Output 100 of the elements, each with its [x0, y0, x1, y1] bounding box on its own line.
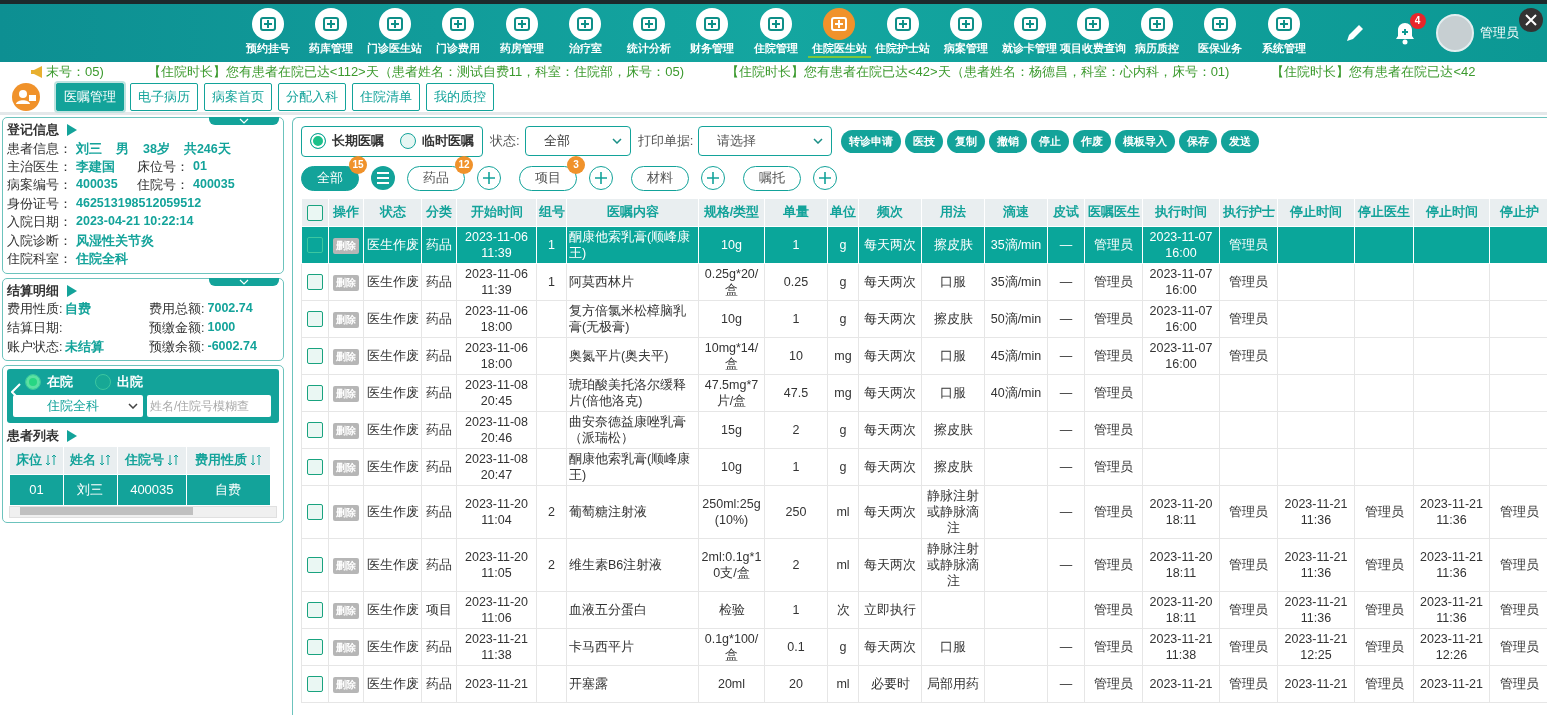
- delete-button[interactable]: 删除: [333, 639, 359, 656]
- print-select[interactable]: 请选择: [698, 126, 833, 156]
- delete-button[interactable]: 删除: [333, 459, 359, 476]
- collapse-tab[interactable]: [209, 117, 279, 125]
- checkbox[interactable]: [307, 602, 323, 619]
- order-row[interactable]: 删除 医生作废 项目 2023-11-20 11:06 血液五分蛋白 检验 1 次 立即执行 管理员 2023-11-20 18:11 管理员 2023-11-21 11:36 管理员 2023-11-21 11:36 管理员: [301, 591, 1547, 629]
- action-button[interactable]: 停止: [1031, 129, 1070, 153]
- radio-option[interactable]: 临时医嘱: [400, 132, 474, 150]
- nav-item[interactable]: 住院护士站: [871, 8, 935, 58]
- order-row[interactable]: 删除 医生作废 药品 2023-11-21 开塞露 20ml 20 ml 必要时 局部用药 — 管理员 2023-11-21 管理员 2023-11-21 管理员 2023-11-21 管理员: [301, 665, 1547, 703]
- table-cell: 医生作废: [363, 226, 422, 264]
- action-button[interactable]: 发送: [1221, 129, 1260, 153]
- radio-option[interactable]: 长期医嘱: [310, 132, 384, 150]
- nav-item[interactable]: 财务管理: [680, 8, 744, 58]
- table-cell: 2023-11-06 18:00: [456, 337, 537, 375]
- nav-item[interactable]: 医保业务: [1188, 8, 1252, 58]
- order-row[interactable]: 删除 医生作废 药品 2023-11-21 11:38 卡马西平片 0.1g*100/盒 0.1 g 每天两次 口服 — 管理员 2023-11-21 11:38 管理员 2023-11-21 12:25 管理员 2023-11-21 12:26 管理员: [301, 628, 1547, 666]
- checkbox[interactable]: [307, 459, 323, 476]
- filter-chip[interactable]: 材料: [631, 165, 689, 191]
- delete-button[interactable]: 删除: [333, 385, 359, 402]
- action-button[interactable]: 作废: [1073, 129, 1112, 153]
- checkbox[interactable]: [307, 557, 323, 574]
- action-button[interactable]: 保存: [1179, 129, 1218, 153]
- tab[interactable]: 分配入科: [278, 83, 346, 111]
- column-header[interactable]: 床位: [9, 446, 64, 475]
- delete-button[interactable]: 删除: [333, 422, 359, 439]
- delete-button[interactable]: 删除: [333, 602, 359, 619]
- checkbox[interactable]: [307, 639, 323, 656]
- add-button[interactable]: [477, 166, 501, 190]
- nav-item[interactable]: 治疗室: [553, 8, 617, 58]
- search-field[interactable]: 姓名/住院号模糊查: [147, 394, 271, 417]
- nav-item[interactable]: 门诊医生站: [363, 8, 427, 58]
- action-button[interactable]: 模板导入: [1115, 129, 1176, 153]
- order-row[interactable]: 删除 医生作废 药品 2023-11-06 11:39 1 酮康他索乳膏(顺峰康王) 10g 1 g 每天两次 擦皮肤 35滴/min — 管理员 2023-11-07 16:00 管理员: [301, 226, 1547, 264]
- checkbox[interactable]: [307, 311, 323, 328]
- nav-item[interactable]: 住院医生站: [807, 8, 871, 58]
- nav-item[interactable]: 药房管理: [490, 8, 554, 58]
- tab[interactable]: 住院清单: [352, 83, 420, 111]
- nav-item[interactable]: 统计分析: [617, 8, 681, 58]
- delete-button[interactable]: 删除: [333, 557, 359, 574]
- order-row[interactable]: 删除 医生作废 药品 2023-11-06 18:00 复方倍氯米松樟脑乳膏(无极膏) 10g 1 g 每天两次 擦皮肤 50滴/min — 管理员 2023-11-07 16:00 管理员: [301, 300, 1547, 338]
- order-row[interactable]: 删除 医生作废 药品 2023-11-08 20:45 琥珀酸美托洛尔缓释片(倍他洛克) 47.5mg*7片/盒 47.5 mg 每天两次 口服 40滴/min — 管理员: [301, 374, 1547, 412]
- nav-item[interactable]: 药库管理: [299, 8, 363, 58]
- checkbox[interactable]: [307, 504, 323, 521]
- field-value: 李建国: [76, 159, 115, 177]
- nav-item[interactable]: 病历质控: [1125, 8, 1189, 58]
- menu-button[interactable]: [371, 166, 395, 190]
- tab[interactable]: 医嘱管理: [56, 83, 124, 111]
- action-button[interactable]: 复制: [947, 129, 986, 153]
- department-select[interactable]: 住院全科: [13, 394, 143, 417]
- radio-option[interactable]: 出院: [95, 372, 143, 391]
- checkbox[interactable]: [307, 676, 323, 693]
- delete-button[interactable]: 删除: [333, 274, 359, 291]
- radio-option[interactable]: 在院: [25, 372, 73, 391]
- field-value: 7002.74: [207, 300, 253, 317]
- checkbox[interactable]: [307, 385, 323, 402]
- add-button[interactable]: [589, 166, 613, 190]
- order-row[interactable]: 删除 医生作废 药品 2023-11-20 11:04 2 葡萄糖注射液 250ml:25g(10%) 250 ml 每天两次 静脉注射或静脉滴注 — 管理员 2023-11-20 18:11 管理员 2023-11-21 11:36 管理员 2023-11-21 11:36 管理员: [301, 485, 1547, 539]
- delete-button[interactable]: 删除: [333, 311, 359, 328]
- nav-item[interactable]: 系统管理: [1252, 8, 1316, 58]
- checkbox[interactable]: [307, 422, 323, 439]
- checkbox[interactable]: [307, 237, 323, 254]
- nav-item[interactable]: 病案管理: [934, 8, 998, 58]
- table-cell: 50滴/min: [984, 300, 1048, 338]
- column-header[interactable]: 费用性质: [186, 446, 271, 475]
- nav-item[interactable]: 预约挂号: [236, 8, 300, 58]
- nav-item[interactable]: 项目收费查询: [1061, 8, 1125, 58]
- order-row[interactable]: 删除 医生作废 药品 2023-11-08 20:47 酮康他索乳膏(顺峰康王) 10g 1 g 每天两次 擦皮肤 — 管理员: [301, 448, 1547, 486]
- add-button[interactable]: [701, 166, 725, 190]
- column-header[interactable]: 姓名: [63, 446, 118, 475]
- app-icon: [251, 8, 284, 40]
- delete-button[interactable]: 删除: [333, 348, 359, 365]
- order-row[interactable]: 删除 医生作废 药品 2023-11-06 11:39 1 阿莫西林片 0.25g*20/盒 0.25 g 每天两次 口服 35滴/min — 管理员 2023-11-07 16:00 管理员: [301, 263, 1547, 301]
- checkbox[interactable]: [307, 348, 323, 365]
- add-button[interactable]: [813, 166, 837, 190]
- delete-button[interactable]: 删除: [333, 237, 359, 254]
- close-button[interactable]: [1518, 8, 1543, 32]
- nav-item[interactable]: 门诊费用: [426, 8, 490, 58]
- delete-button[interactable]: 删除: [333, 504, 359, 521]
- order-row[interactable]: 删除 医生作废 药品 2023-11-06 18:00 奥氮平片(奥夫平) 10mg*14/盒 10 mg 每天两次 口服 45滴/min — 管理员 2023-11-07 16:00 管理员: [301, 337, 1547, 375]
- table-cell: 管理员: [1084, 337, 1143, 375]
- filter-chip[interactable]: 嘱托: [743, 165, 801, 191]
- tab[interactable]: 电子病历: [130, 83, 198, 111]
- nav-item[interactable]: 住院管理: [744, 8, 808, 58]
- status-select[interactable]: 全部: [524, 126, 631, 156]
- column-header[interactable]: 住院号: [117, 446, 187, 475]
- user-name[interactable]: 管理员: [1479, 24, 1519, 42]
- collapse-tab[interactable]: [209, 277, 279, 286]
- action-button[interactable]: 转诊申请: [841, 129, 902, 153]
- action-button[interactable]: 医技: [905, 129, 944, 153]
- delete-button[interactable]: 删除: [333, 676, 359, 693]
- checkbox[interactable]: [307, 204, 323, 221]
- tab[interactable]: 病案首页: [204, 83, 272, 111]
- checkbox[interactable]: [307, 274, 323, 291]
- patient-row[interactable]: 01 刘三 400035 自费: [9, 474, 271, 506]
- order-row[interactable]: 删除 医生作废 药品 2023-11-20 11:05 2 维生素B6注射液 2ml:0.1g*10支/盒 2 ml 每天两次 静脉注射或静脉滴注 — 管理员 2023-11-20 18:11 管理员 2023-11-21 11:36 管理员 2023-11-21 11:36 管理员: [301, 538, 1547, 592]
- tab[interactable]: 我的质控: [426, 83, 494, 111]
- order-row[interactable]: 删除 医生作废 药品 2023-11-08 20:46 曲安奈德益康唑乳膏（派瑞松） 15g 2 g 每天两次 擦皮肤 — 管理员: [301, 411, 1547, 449]
- field-label: 身份证号：: [7, 195, 72, 213]
- action-button[interactable]: 撤销: [989, 129, 1028, 153]
